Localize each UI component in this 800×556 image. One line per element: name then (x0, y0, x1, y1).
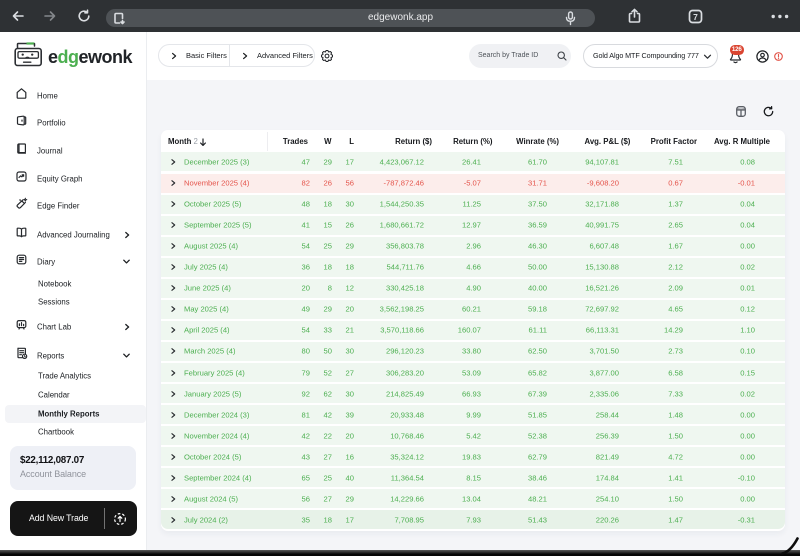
svg-text:7: 7 (693, 12, 698, 22)
